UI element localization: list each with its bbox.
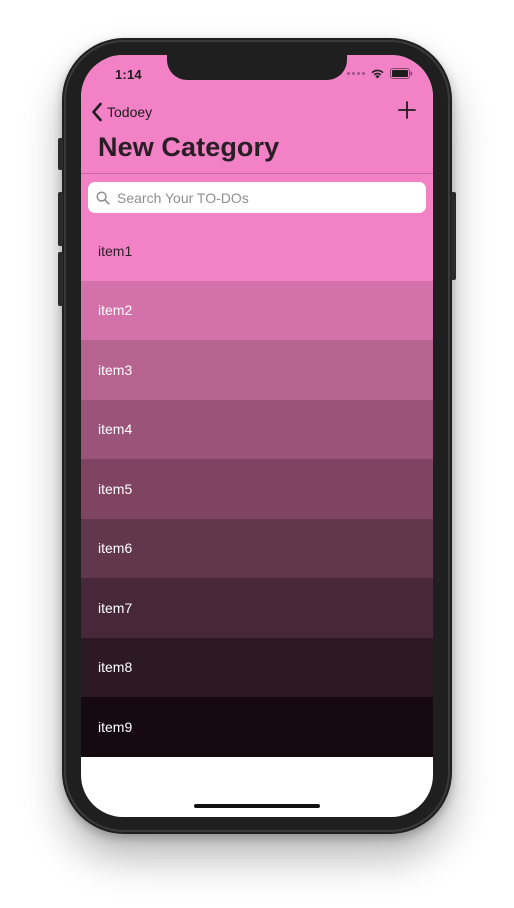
search-bar[interactable] [88, 182, 426, 213]
list-item[interactable]: item2 [81, 280, 433, 340]
list-item-label: item8 [98, 659, 133, 676]
nav-divider [81, 173, 433, 174]
list-item[interactable]: item7 [81, 578, 433, 638]
cellular-signal-icon [347, 72, 365, 75]
list-item[interactable]: item8 [81, 637, 433, 697]
silent-switch [58, 138, 63, 170]
list-item[interactable]: item3 [81, 340, 433, 400]
back-button[interactable]: Todoey [91, 101, 152, 123]
add-item-button[interactable] [398, 101, 416, 119]
chevron-left-icon [92, 102, 102, 122]
status-icons [347, 68, 413, 79]
list-item-label: item1 [98, 242, 133, 259]
plus-icon [398, 101, 416, 119]
list-item-label: item7 [98, 599, 133, 616]
back-button-label: Todoey [107, 104, 153, 120]
list-item-label: item2 [98, 302, 133, 319]
status-time: 1:14 [115, 67, 142, 82]
volume-up-button [58, 192, 63, 246]
list-item[interactable]: item5 [81, 459, 433, 519]
volume-down-button [58, 252, 63, 306]
search-input[interactable] [115, 188, 419, 207]
magnifying-glass-icon [96, 190, 110, 205]
phone-screen: 1:14 Todoey New Category Search Your TO-… [81, 55, 433, 817]
battery-icon [390, 68, 413, 79]
list-item[interactable]: item6 [81, 518, 433, 578]
notch [167, 55, 347, 80]
list-item-label: item5 [98, 480, 133, 497]
power-button [451, 192, 456, 280]
page-title: New Category [98, 132, 280, 162]
home-indicator[interactable] [194, 804, 320, 808]
list-item-label: item4 [98, 421, 133, 438]
app-screenshot: 1:14 Todoey New Category Search Your TO-… [0, 0, 514, 908]
list-item-label: item9 [98, 718, 133, 735]
list-item[interactable]: item9 [81, 697, 433, 757]
list-item[interactable]: item1 [81, 221, 433, 281]
navigation-bar: 1:14 Todoey New Category Search Your TO-… [81, 55, 433, 221]
list-item[interactable]: item4 [81, 399, 433, 459]
todo-list: item1 item2 item3 item4 item5 item6 item7 item8… [81, 221, 433, 757]
wifi-icon [371, 69, 384, 79]
list-item-label: item3 [98, 361, 133, 378]
list-item-label: item6 [98, 540, 133, 557]
